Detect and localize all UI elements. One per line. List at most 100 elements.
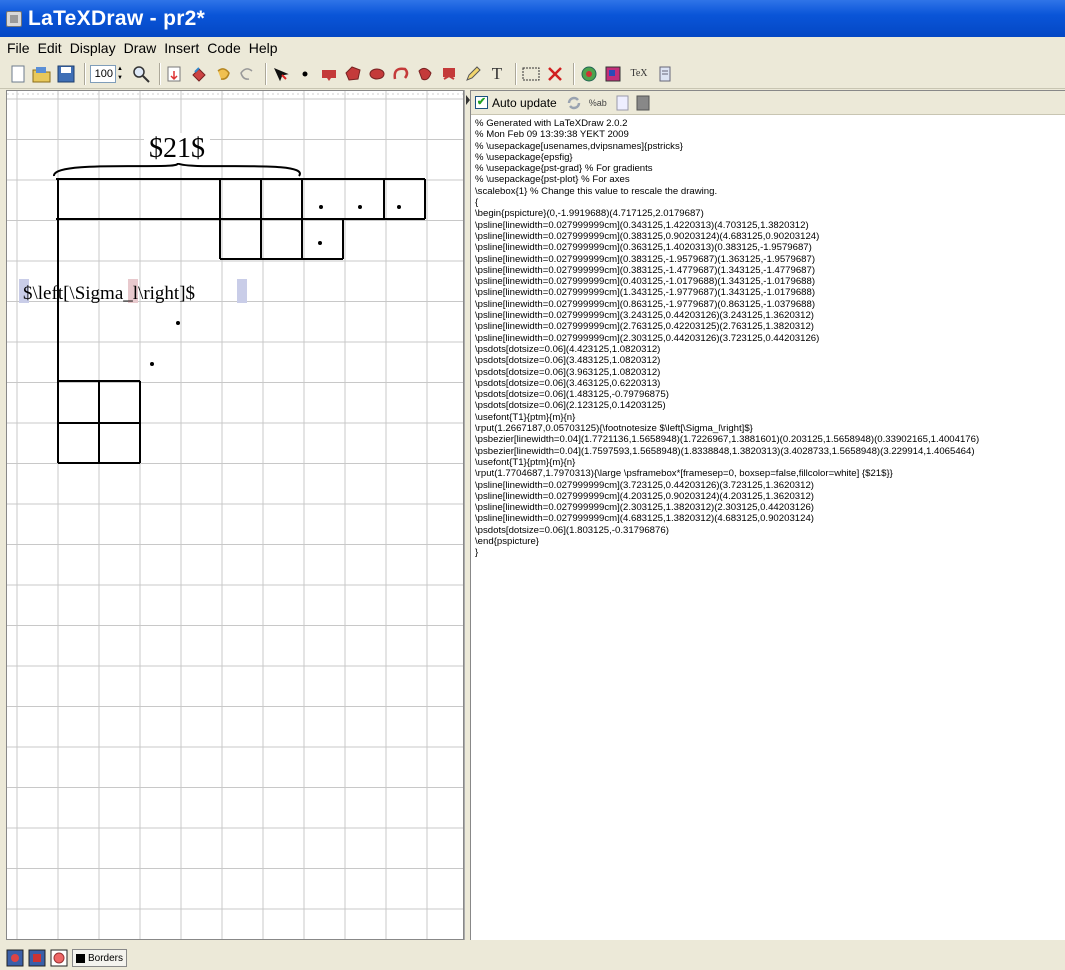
- code-line: \rput(1.2667187,0.05703125){\footnotesiz…: [475, 423, 753, 435]
- code-line: \psbezier[linewidth=0.04](1.7597593,1.56…: [475, 445, 975, 457]
- code-toolbar: ✔ Auto update %ab: [471, 91, 1065, 115]
- code-line: \psline[linewidth=0.027999999cm](4.68312…: [475, 513, 814, 525]
- toolbar-separator: [159, 62, 161, 85]
- dot: [319, 205, 323, 209]
- pencil-tool-icon[interactable]: [463, 64, 483, 84]
- code-line: \psline[linewidth=0.027999999cm](0.36312…: [475, 242, 812, 254]
- code-line: % \usepackage{pst-grad} % For gradients: [475, 163, 653, 175]
- code-line: \psline[linewidth=0.027999999cm](0.86312…: [475, 298, 816, 310]
- label-top[interactable]: $21$: [149, 133, 205, 164]
- text-tool-icon[interactable]: T: [487, 64, 507, 84]
- code-line: % \usepackage[usenames,dvipsnames]{pstri…: [475, 140, 683, 152]
- menu-file[interactable]: File: [3, 40, 34, 56]
- auto-update-checkbox[interactable]: ✔: [475, 96, 488, 109]
- code-line: \usefont{T1}{ptm}{m}{n}: [475, 456, 576, 468]
- code-line: \psdots[dotsize=0.06](3.483125,1.0820312…: [475, 355, 661, 367]
- color-icon[interactable]: [603, 64, 623, 84]
- code-line: \rput(1.7704687,1.7970313){\large \psfra…: [475, 468, 893, 480]
- code-line: \psline[linewidth=0.027999999cm](4.20312…: [475, 490, 814, 502]
- menu-display[interactable]: Display: [66, 40, 120, 56]
- pstricks-code[interactable]: % Generated with LaTeXDraw 2.0.2% Mon Fe…: [471, 115, 1065, 562]
- code-line: \psdots[dotsize=0.06](1.483125,-0.797968…: [475, 389, 669, 401]
- refresh-icon[interactable]: [565, 94, 583, 112]
- zoom-spinner[interactable]: ▲ ▼: [117, 65, 126, 83]
- menu-bar: File Edit Display Draw Insert Code Help: [0, 37, 1065, 59]
- template-icon[interactable]: [655, 64, 675, 84]
- auto-update-label[interactable]: Auto update: [492, 96, 557, 110]
- line-tool-icon[interactable]: [319, 64, 339, 84]
- open-folder-icon[interactable]: [32, 64, 52, 84]
- polygon-tool-icon[interactable]: [343, 64, 363, 84]
- properties-icon[interactable]: [579, 64, 599, 84]
- code-line: \psline[linewidth=0.027999999cm](3.72312…: [475, 479, 814, 491]
- label-left[interactable]: $\left[\Sigma_l\right]$: [23, 283, 195, 304]
- code-line: \psdots[dotsize=0.06](3.963125,1.0820312…: [475, 366, 661, 378]
- code-line: \end{pspicture}: [475, 535, 540, 547]
- tex-label: TeX: [630, 68, 648, 79]
- code-line: \psbezier[linewidth=0.04](1.7721136,1.56…: [475, 434, 980, 446]
- frame-select-icon[interactable]: [521, 64, 541, 84]
- main-toolbar: 100 ▲ ▼ T TeX: [0, 59, 1065, 89]
- drawing-canvas[interactable]: $21$ $\left[\Sigma_l\right]$: [6, 90, 464, 940]
- menu-insert[interactable]: Insert: [160, 40, 203, 56]
- new-file-icon[interactable]: [8, 64, 28, 84]
- code-line: % \usepackage{pst-plot} % For axes: [475, 174, 630, 186]
- save-icon[interactable]: [56, 64, 76, 84]
- code-line: \psline[linewidth=0.027999999cm](2.30312…: [475, 502, 814, 514]
- code-line: \scalebox{1} % Change this value to resc…: [475, 185, 718, 197]
- delete-icon[interactable]: [545, 64, 565, 84]
- freehand-tool-icon[interactable]: [439, 64, 459, 84]
- personal-grid-icon[interactable]: [50, 949, 68, 967]
- arc-tool-icon[interactable]: [391, 64, 411, 84]
- magnifier-icon[interactable]: [131, 64, 151, 84]
- bezier-tool-icon[interactable]: [415, 64, 435, 84]
- label-left-group[interactable]: $\left[\Sigma_l\right]$: [19, 279, 247, 304]
- code-line: \psdots[dotsize=0.06](4.423125,1.0820312…: [475, 343, 661, 355]
- zoom-input[interactable]: 100: [90, 64, 116, 83]
- menu-code[interactable]: Code: [203, 40, 244, 56]
- borders-toggle[interactable]: Borders: [72, 949, 128, 967]
- code-line: \psline[linewidth=0.027999999cm](2.76312…: [475, 321, 814, 333]
- dot: [176, 321, 180, 325]
- magnetic-grid-icon[interactable]: [28, 949, 46, 967]
- title-bar[interactable]: LaTeXDraw - pr2*: [0, 0, 1065, 37]
- undo-icon[interactable]: [213, 64, 233, 84]
- toolbar-separator: [84, 62, 86, 85]
- toolbar-separator: [515, 62, 517, 85]
- code-line: \psline[linewidth=0.027999999cm](1.34312…: [475, 287, 816, 299]
- code-line: \psline[linewidth=0.027999999cm](2.30312…: [475, 332, 820, 344]
- code-line: \psdots[dotsize=0.06](3.463125,0.6220313…: [475, 377, 661, 389]
- canvas-drawing[interactable]: $21$ $\left[\Sigma_l\right]$: [7, 91, 464, 940]
- sab-label[interactable]: %ab: [589, 98, 607, 108]
- code-line: \psline[linewidth=0.027999999cm](3.24312…: [475, 310, 814, 322]
- menu-edit[interactable]: Edit: [34, 40, 66, 56]
- code-line: % Mon Feb 09 13:39:38 YEKT 2009: [475, 129, 629, 141]
- tex-button[interactable]: TeX: [627, 64, 651, 84]
- code-line: \psline[linewidth=0.027999999cm](0.38312…: [475, 264, 816, 276]
- code-line: {: [475, 197, 479, 209]
- menu-help[interactable]: Help: [245, 40, 282, 56]
- code-line: \psline[linewidth=0.027999999cm](0.38312…: [475, 230, 820, 242]
- code-line: \begin{pspicture}(0,-1.9919688)(4.717125…: [475, 208, 704, 220]
- dot: [150, 362, 154, 366]
- status-bar: Borders: [0, 946, 1065, 970]
- code-settings-icon[interactable]: [635, 94, 651, 112]
- code-line: }: [475, 547, 479, 559]
- borders-swatch: [76, 953, 85, 963]
- ellipse-tool-icon[interactable]: [367, 64, 387, 84]
- code-line: \psline[linewidth=0.027999999cm](0.40312…: [475, 276, 816, 288]
- menu-draw[interactable]: Draw: [120, 40, 161, 56]
- code-line: % \usepackage{epsfig}: [475, 151, 573, 163]
- select-arrow-icon[interactable]: [271, 64, 291, 84]
- selection-handle[interactable]: [237, 279, 247, 303]
- dot-tool-icon[interactable]: [295, 64, 315, 84]
- redo-icon[interactable]: [237, 64, 257, 84]
- copy-icon[interactable]: [615, 94, 631, 112]
- toolbar-separator: [573, 62, 575, 85]
- import-icon[interactable]: [165, 64, 185, 84]
- export-icon[interactable]: [189, 64, 209, 84]
- diagram-lines[interactable]: [56, 178, 426, 464]
- grid-toggle-icon[interactable]: [6, 949, 24, 967]
- app-icon: [6, 10, 22, 27]
- code-panel: ✔ Auto update %ab % Generated with LaTeX…: [470, 90, 1065, 940]
